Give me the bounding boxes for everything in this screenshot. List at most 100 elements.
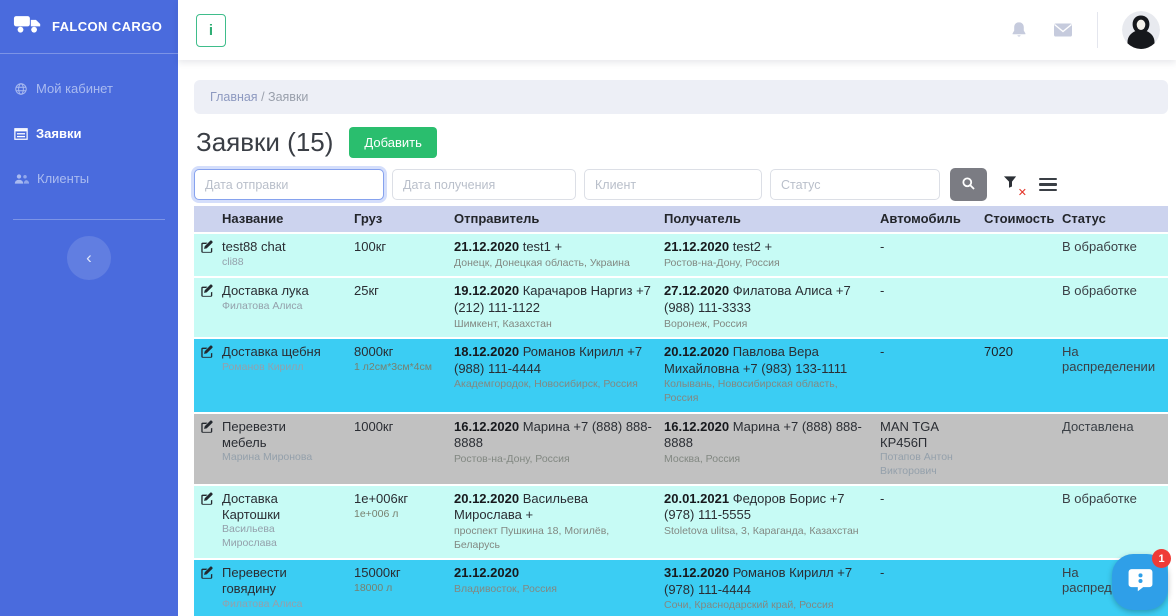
sidebar-item-cabinet[interactable]: Мой кабинет: [0, 70, 178, 107]
avatar[interactable]: [1122, 11, 1160, 49]
sender-address: Академгородок, Новосибирск, Россия: [454, 378, 656, 392]
vehicle-model: -: [880, 491, 976, 507]
col-vehicle: Автомобиль: [880, 211, 984, 226]
edit-icon[interactable]: [194, 344, 222, 406]
breadcrumb-current: Заявки: [268, 90, 308, 104]
receiver-date: 16.12.2020: [664, 419, 729, 434]
vehicle-model: MAN TGA: [880, 419, 976, 435]
date-from-input[interactable]: [194, 169, 384, 200]
request-name: test88 chat: [222, 239, 330, 255]
cargo-weight: 15000кг: [354, 565, 446, 581]
edit-icon[interactable]: [194, 565, 222, 613]
info-button[interactable]: i: [196, 14, 226, 47]
topbar-right: [1009, 11, 1160, 49]
receiver-date: 20.12.2020: [664, 344, 729, 359]
main-area: i: [178, 0, 1176, 616]
request-name: Перевести говядину: [222, 565, 330, 597]
client-input[interactable]: [584, 169, 762, 200]
sidebar-item-label: Клиенты: [37, 171, 89, 186]
request-client: Васильева Мирослава: [222, 523, 330, 549]
menu-icon[interactable]: [1039, 178, 1057, 192]
breadcrumb-home-link[interactable]: Главная: [210, 90, 258, 104]
search-icon: [961, 176, 976, 194]
date-to-input[interactable]: [392, 169, 576, 200]
search-button[interactable]: [950, 168, 987, 201]
list-window-icon: [14, 127, 28, 141]
table-row[interactable]: Перевезти мебель Марина Миронова 1000кг …: [194, 414, 1168, 484]
sidebar-item-requests[interactable]: Заявки: [0, 115, 178, 152]
logo[interactable]: FALCON CARGO: [0, 0, 178, 54]
sidebar-item-label: Мой кабинет: [36, 81, 113, 96]
breadcrumb: Главная / Заявки: [194, 80, 1168, 114]
request-name: Доставка Картошки: [222, 491, 330, 523]
requests-table: Название Груз Отправитель Получатель Авт…: [194, 206, 1168, 616]
sidebar: FALCON CARGO Мой кабинет: [0, 0, 178, 616]
request-client: cli88: [222, 256, 330, 269]
col-cargo: Груз: [354, 211, 454, 226]
table-body: test88 chat cli88 100кг 21.12.2020 test1…: [194, 234, 1168, 616]
cargo-weight: 1000кг: [354, 419, 446, 435]
globe-icon: [14, 82, 28, 96]
request-client: Романов Кирилл: [222, 361, 330, 374]
breadcrumb-separator: /: [261, 90, 264, 104]
cargo-weight: 1e+006кг: [354, 491, 446, 507]
mail-icon[interactable]: [1053, 22, 1073, 38]
vehicle-plate: КР456П: [880, 435, 976, 451]
chat-fab-button[interactable]: 1: [1112, 554, 1168, 610]
bell-icon[interactable]: [1009, 20, 1029, 40]
cargo-volume: 1e+006 л: [354, 508, 446, 521]
logo-text: FALCON CARGO: [52, 19, 162, 34]
sidebar-item-label: Заявки: [36, 126, 81, 141]
status-badge: Доставлена: [1062, 419, 1168, 478]
col-sender: Отправитель: [454, 211, 664, 226]
receiver-address: Колывань, Новосибирская область, Россия: [664, 378, 872, 405]
truck-icon: [13, 13, 43, 41]
sender-date: 19.12.2020: [454, 283, 519, 298]
sender-address: Шимкент, Казахстан: [454, 318, 656, 332]
add-button[interactable]: Добавить: [349, 127, 436, 158]
receiver-date: 20.01.2021: [664, 491, 729, 506]
chat-bubble-icon: [1127, 566, 1154, 598]
receiver-address: Stoletova ulitsa, 3, Караганда, Казахста…: [664, 525, 872, 539]
topbar-divider: [1097, 12, 1098, 48]
receiver-date: 21.12.2020: [664, 239, 729, 254]
col-receiver: Получатель: [664, 211, 880, 226]
clear-filters-button[interactable]: ✕: [1003, 175, 1025, 195]
page-title: Заявки (15): [196, 127, 333, 158]
sender-date: 21.12.2020: [454, 239, 519, 254]
col-name: Название: [222, 211, 354, 226]
table-row[interactable]: Доставка щебня Романов Кирилл 8000кг 1 л…: [194, 339, 1168, 412]
table-row[interactable]: Доставка Картошки Васильева Мирослава 1e…: [194, 486, 1168, 559]
edit-icon[interactable]: [194, 491, 222, 553]
sender-address: Донецк, Донецкая область, Украина: [454, 257, 656, 271]
vehicle-driver: Потапов Антон Викторович: [880, 451, 976, 477]
receiver-contact: test2 +: [733, 239, 772, 254]
cost: [984, 239, 1062, 270]
status-badge: В обработке: [1062, 283, 1168, 331]
cargo-weight: 8000кг: [354, 344, 446, 360]
status-input[interactable]: [770, 169, 940, 200]
table-row[interactable]: test88 chat cli88 100кг 21.12.2020 test1…: [194, 234, 1168, 276]
sidebar-collapse-button[interactable]: ‹: [67, 236, 111, 280]
sender-date: 21.12.2020: [454, 565, 519, 580]
col-edit: [194, 211, 222, 226]
request-client: Марина Миронова: [222, 451, 330, 464]
vehicle-model: -: [880, 344, 976, 360]
edit-icon[interactable]: [194, 239, 222, 270]
sender-address: проспект Пушкина 18, Могилёв, Беларусь: [454, 525, 656, 552]
notification-badge: 1: [1152, 549, 1171, 568]
receiver-address: Москва, Россия: [664, 453, 872, 467]
vehicle-model: -: [880, 565, 976, 581]
cost: [984, 283, 1062, 331]
cargo-volume: 18000 л: [354, 582, 446, 595]
sender-address: Владивосток, Россия: [454, 583, 656, 597]
cargo-weight: 100кг: [354, 239, 446, 255]
receiver-address: Ростов-на-Дону, Россия: [664, 257, 872, 271]
edit-icon[interactable]: [194, 419, 222, 478]
table-row[interactable]: Перевести говядину Филатова Алиса 15000к…: [194, 560, 1168, 616]
sidebar-item-clients[interactable]: Клиенты: [0, 160, 178, 197]
table-row[interactable]: Доставка лука Филатова Алиса 25кг 19.12.…: [194, 278, 1168, 337]
request-name: Перевезти мебель: [222, 419, 330, 451]
edit-icon[interactable]: [194, 283, 222, 331]
status-badge: На распределении: [1062, 344, 1168, 406]
